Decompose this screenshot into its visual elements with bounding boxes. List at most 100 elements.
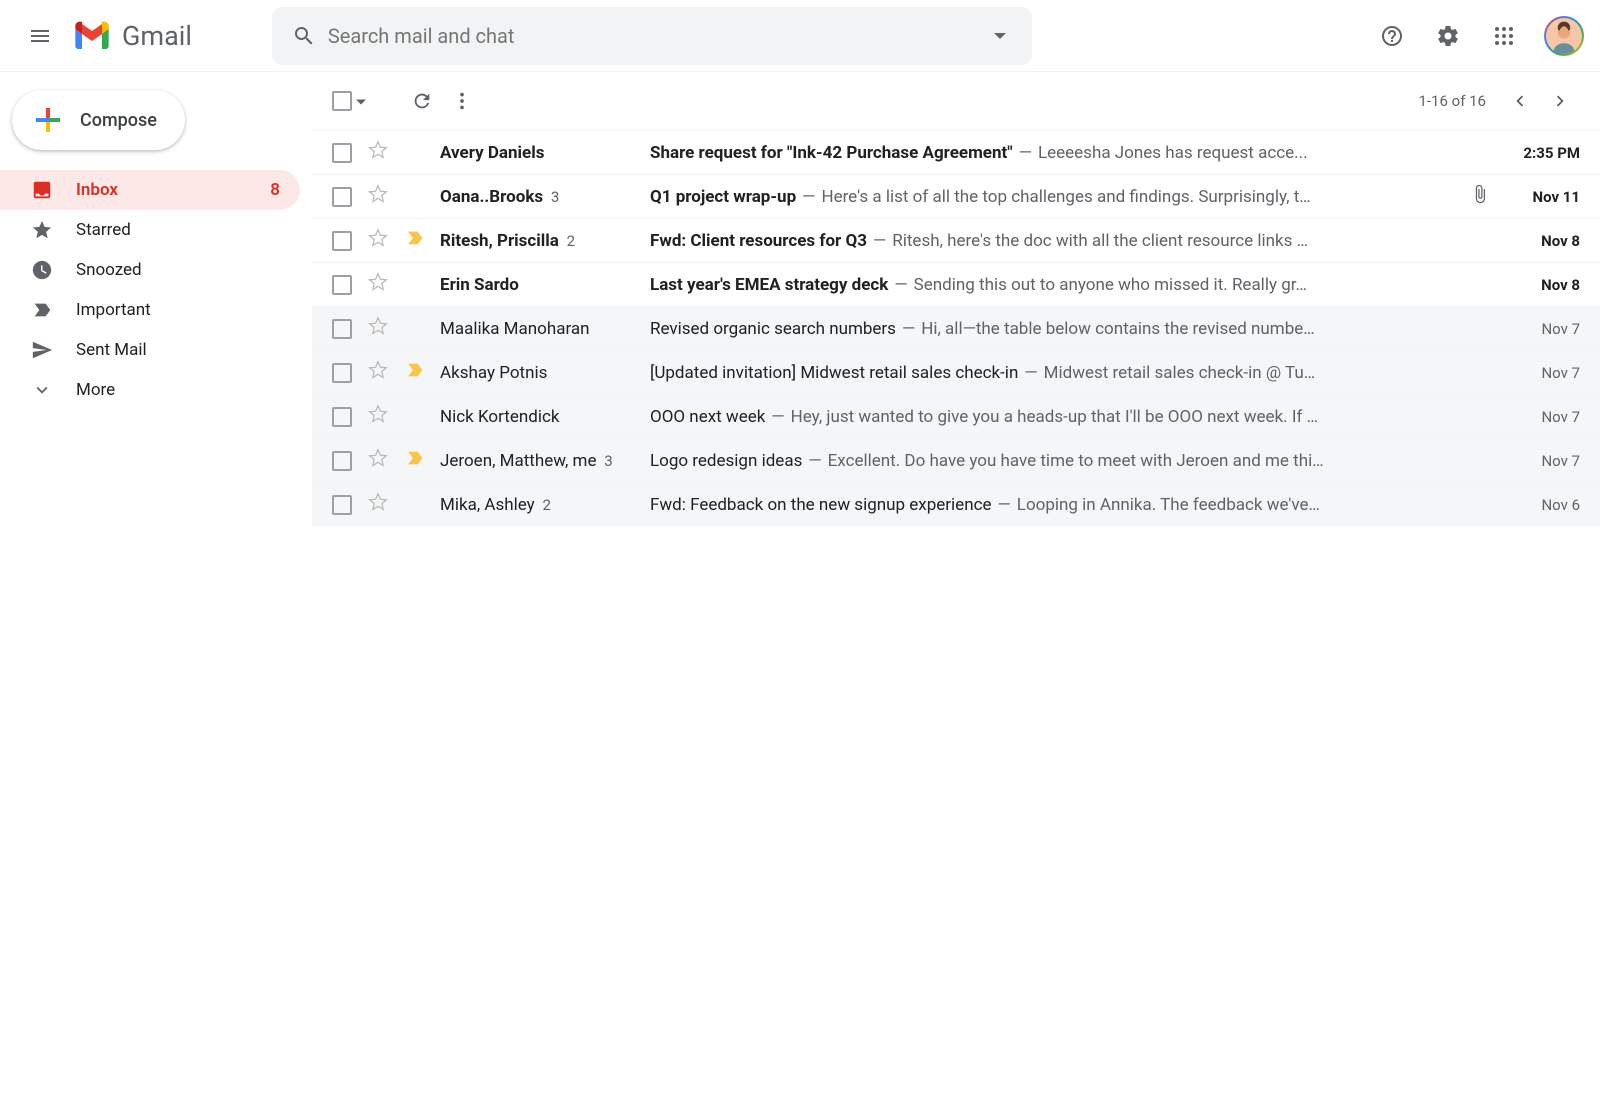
select-all-checkbox[interactable] [332, 91, 352, 111]
row-checkbox[interactable] [332, 143, 352, 163]
separator: — [808, 451, 821, 471]
google-apps-button[interactable] [1480, 12, 1528, 60]
important-marker[interactable] [406, 450, 432, 471]
star-toggle[interactable] [368, 492, 392, 517]
sender: Avery Daniels [440, 143, 650, 163]
star-toggle[interactable] [368, 448, 392, 473]
mail-row[interactable]: Jeroen, Matthew, me 3Logo redesign ideas… [312, 438, 1600, 482]
gmail-logo-icon [72, 16, 112, 56]
star-toggle[interactable] [368, 272, 392, 297]
next-page-button[interactable] [1540, 81, 1580, 121]
star-toggle[interactable] [368, 404, 392, 429]
sender: Jeroen, Matthew, me 3 [440, 451, 650, 471]
important-icon [30, 298, 54, 322]
row-checkbox[interactable] [332, 275, 352, 295]
mail-row[interactable]: Erin SardoLast year's EMEA strategy deck… [312, 262, 1600, 306]
separator: — [1024, 363, 1037, 383]
star-toggle[interactable] [368, 140, 392, 165]
sender: Oana..Brooks 3 [440, 187, 650, 207]
date: Nov 7 [1502, 364, 1580, 382]
settings-button[interactable] [1424, 12, 1472, 60]
sender: Mika, Ashley 2 [440, 495, 650, 515]
compose-label: Compose [80, 110, 157, 131]
sidebar-item-important[interactable]: Important [0, 290, 300, 330]
search-options-dropdown[interactable] [976, 33, 1024, 39]
plus-icon [30, 102, 66, 138]
mail-row[interactable]: Akshay Potnis[Updated invitation] Midwes… [312, 350, 1600, 394]
thread-count: 3 [600, 452, 612, 470]
gmail-logo[interactable]: Gmail [72, 16, 192, 56]
snippet: Midwest retail sales check-in @ Tu… [1044, 363, 1315, 383]
sender: Ritesh, Priscilla 2 [440, 231, 650, 251]
sidebar-item-starred[interactable]: Starred [0, 210, 300, 250]
caret-down-icon [356, 97, 366, 107]
sidebar: Compose Inbox8 Starred SnoozedImportant Sen… [0, 72, 312, 1101]
sender: Akshay Potnis [440, 363, 650, 383]
compose-button[interactable]: Compose [12, 90, 185, 150]
send-icon [30, 338, 54, 362]
chevron-left-icon [1509, 90, 1531, 112]
search-input[interactable] [328, 24, 976, 48]
row-checkbox[interactable] [332, 231, 352, 251]
separator: — [802, 187, 815, 207]
avatar-face-icon [1546, 18, 1582, 54]
subject: Fwd: Client resources for Q3 [650, 231, 867, 251]
row-checkbox[interactable] [332, 319, 352, 339]
row-checkbox[interactable] [332, 363, 352, 383]
date: Nov 11 [1502, 188, 1580, 206]
more-actions-button[interactable] [442, 81, 482, 121]
nav-label: Sent Mail [76, 340, 300, 360]
mail-row[interactable]: Avery DanielsShare request for "Ink-42 P… [312, 130, 1600, 174]
account-avatar[interactable] [1544, 16, 1584, 56]
refresh-button[interactable] [402, 81, 442, 121]
sidebar-item-sent-mail[interactable]: Sent Mail [0, 330, 300, 370]
sender: Nick Kortendick [440, 407, 650, 427]
mail-row[interactable]: Ritesh, Priscilla 2Fwd: Client resources… [312, 218, 1600, 262]
subject: Q1 project wrap-up [650, 187, 796, 207]
star-toggle[interactable] [368, 228, 392, 253]
search-icon[interactable] [280, 24, 328, 48]
row-checkbox[interactable] [332, 187, 352, 207]
star-toggle[interactable] [368, 316, 392, 341]
star-toggle[interactable] [368, 184, 392, 209]
row-checkbox[interactable] [332, 495, 352, 515]
star-toggle[interactable] [368, 360, 392, 385]
header: Gmail [0, 0, 1600, 72]
mail-row[interactable]: Nick KortendickOOO next week — Hey, just… [312, 394, 1600, 438]
search-bar[interactable] [272, 7, 1032, 65]
prev-page-button[interactable] [1500, 81, 1540, 121]
mail-row[interactable]: Oana..Brooks 3Q1 project wrap-up — Here'… [312, 174, 1600, 218]
main-menu-button[interactable] [16, 12, 64, 60]
snippet: Hi, all—the table below contains the rev… [921, 319, 1314, 339]
mail-content: OOO next week — Hey, just wanted to give… [650, 407, 1502, 427]
nav-label: Starred [76, 220, 300, 240]
inbox-icon [30, 178, 54, 202]
mail-content: [Updated invitation] Midwest retail sale… [650, 363, 1502, 383]
row-checkbox[interactable] [332, 451, 352, 471]
subject: Logo redesign ideas [650, 451, 802, 471]
important-marker[interactable] [406, 230, 432, 251]
important-marker[interactable] [406, 362, 432, 383]
sidebar-item-inbox[interactable]: Inbox8 [0, 170, 300, 210]
support-button[interactable] [1368, 12, 1416, 60]
thread-count: 2 [563, 232, 575, 250]
select-all[interactable] [332, 91, 366, 111]
sidebar-item-more[interactable]: More [0, 370, 300, 410]
select-all-dropdown[interactable] [356, 92, 366, 111]
mail-content: Q1 project wrap-up — Here's a list of al… [650, 187, 1458, 207]
subject: Fwd: Feedback on the new signup experien… [650, 495, 992, 515]
thread-count: 2 [539, 496, 551, 514]
separator: — [771, 407, 784, 427]
nav-label: More [76, 380, 300, 400]
mail-content: Last year's EMEA strategy deck — Sending… [650, 275, 1502, 295]
clock-icon [30, 258, 54, 282]
date: Nov 8 [1502, 232, 1580, 250]
sidebar-item-snoozed[interactable]: Snoozed [0, 250, 300, 290]
mail-row[interactable]: Maalika ManoharanRevised organic search … [312, 306, 1600, 350]
row-checkbox[interactable] [332, 407, 352, 427]
mail-row[interactable]: Mika, Ashley 2Fwd: Feedback on the new s… [312, 482, 1600, 526]
sender: Maalika Manoharan [440, 319, 650, 339]
toolbar: 1-16 of 16 [312, 72, 1600, 130]
mail-list: Avery DanielsShare request for "Ink-42 P… [312, 130, 1600, 1101]
mail-content: Fwd: Feedback on the new signup experien… [650, 495, 1502, 515]
